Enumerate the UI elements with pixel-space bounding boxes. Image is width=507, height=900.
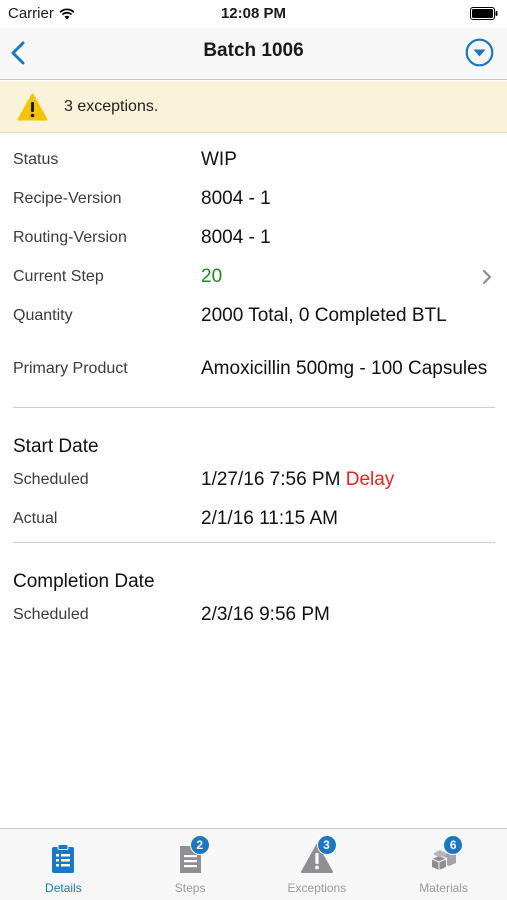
battery-icon (470, 7, 498, 20)
detail-value: 8004 - 1 (201, 226, 271, 248)
detail-label: Scheduled (13, 605, 89, 623)
tab-label: Steps (174, 881, 206, 895)
start-scheduled-value: 1/27/16 7:56 PM Delay (201, 467, 495, 493)
current-step-value: 20 (201, 265, 223, 287)
detail-value: Amoxicillin 500mg - 100 Capsules (201, 358, 488, 379)
detail-label: Primary Product (13, 360, 128, 377)
completion-scheduled-row: Scheduled 2/3/16 9:56 PM (13, 595, 495, 634)
tab-steps[interactable]: 2 Steps (127, 829, 254, 900)
delay-status: Delay (345, 468, 395, 490)
start-date-heading: Start Date (13, 436, 99, 457)
tab-details[interactable]: Details (0, 829, 127, 900)
detail-label: Routing-Version (13, 228, 127, 246)
detail-row-recipe-version: Recipe-Version 8004 - 1 (13, 179, 495, 218)
detail-row-status: Status WIP (13, 140, 495, 179)
status-bar: Carrier 12:08 PM (0, 0, 507, 28)
steps-badge: 2 (189, 835, 210, 855)
detail-label: Status (13, 150, 59, 168)
start-scheduled-row: Scheduled 1/27/16 7:56 PM Delay (13, 460, 495, 499)
detail-label: Current Step (13, 267, 104, 285)
start-actual-row: Actual 2/1/16 11:15 AM (13, 499, 495, 538)
batch-details: Status WIP Recipe-Version 8004 - 1 Routi… (13, 140, 495, 634)
detail-value: 2/3/16 9:56 PM (201, 603, 330, 625)
detail-value: 2/1/16 11:15 AM (201, 507, 338, 529)
detail-value: 2000 Total, 0 Completed BTL (201, 304, 447, 326)
clock: 12:08 PM (220, 5, 287, 22)
detail-row-quantity: Quantity 2000 Total, 0 Completed BTL (13, 296, 495, 335)
warning-icon (17, 93, 48, 120)
detail-label: Scheduled (13, 470, 89, 488)
detail-value: 8004 - 1 (201, 187, 271, 209)
navigation-bar: Batch 1006 (0, 28, 507, 80)
exceptions-banner[interactable]: 3 exceptions. (0, 81, 507, 133)
detail-label: Quantity (13, 306, 73, 324)
detail-row-primary-product: Primary Product Amoxicillin 500mg - 100 … (13, 335, 495, 403)
tab-materials[interactable]: 6 Materials (380, 829, 507, 900)
detail-row-current-step[interactable]: Current Step 20 (13, 257, 495, 296)
detail-value: WIP (201, 148, 237, 170)
start-scheduled-datetime: 1/27/16 7:56 PM (201, 468, 341, 490)
materials-badge: 6 (443, 835, 464, 855)
tab-exceptions[interactable]: 3 Exceptions (254, 829, 381, 900)
detail-label: Recipe-Version (13, 189, 122, 207)
tab-bar: Details 2 Steps 3 Exceptions 6 Materials (0, 828, 507, 900)
detail-row-routing-version: Routing-Version 8004 - 1 (13, 218, 495, 257)
details-icon (52, 844, 75, 873)
dropdown-circle-icon[interactable] (465, 38, 494, 67)
tab-label: Exceptions (287, 881, 347, 895)
exceptions-banner-text: 3 exceptions. (64, 97, 159, 115)
detail-label: Actual (13, 509, 58, 527)
tab-label: Materials (419, 881, 468, 895)
exceptions-badge: 3 (316, 835, 337, 855)
tab-label: Details (45, 881, 82, 895)
completion-date-heading: Completion Date (13, 571, 155, 592)
chevron-right-icon[interactable] (481, 269, 493, 285)
page-title: Batch 1006 (203, 40, 304, 61)
